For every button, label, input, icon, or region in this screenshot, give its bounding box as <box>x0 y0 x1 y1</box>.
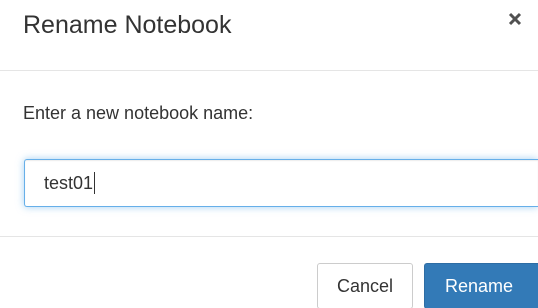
dialog-title: Rename Notebook <box>23 11 232 39</box>
notebook-name-input[interactable]: test01 <box>24 159 538 207</box>
dialog-header: Rename Notebook <box>0 0 538 71</box>
close-icon <box>508 12 522 26</box>
text-caret <box>94 172 96 194</box>
notebook-name-value: test01 <box>44 173 94 193</box>
cancel-button[interactable]: Cancel <box>317 263 413 308</box>
notebook-name-label: Enter a new notebook name: <box>23 103 254 123</box>
rename-button[interactable]: Rename <box>424 263 538 308</box>
close-button[interactable] <box>502 4 528 30</box>
rename-notebook-dialog: Rename Notebook Enter a new notebook nam… <box>0 0 538 308</box>
dialog-footer: Cancel Rename <box>0 236 538 308</box>
dialog-body: Enter a new notebook name: test01 <box>0 71 538 236</box>
